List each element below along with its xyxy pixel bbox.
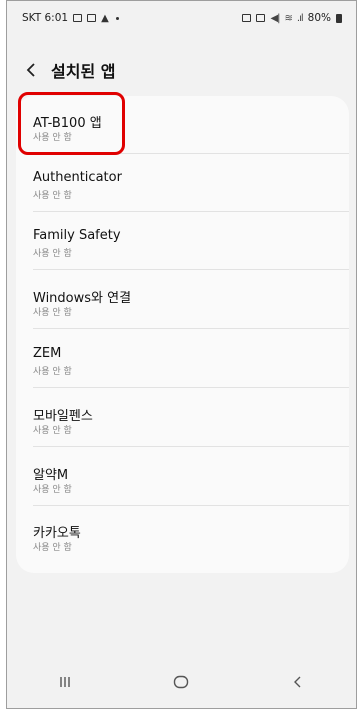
header: 설치된 앱: [7, 53, 356, 87]
calendar-icon: [87, 14, 97, 22]
recents-icon[interactable]: [35, 662, 95, 702]
battery-icon: [336, 13, 342, 23]
app-status: 사용 안 함: [33, 133, 72, 143]
app-name: 카카오톡: [33, 526, 81, 541]
list-item[interactable]: 카카오톡 사용 안 함: [16, 506, 349, 564]
app-name: Authenticator: [33, 170, 122, 185]
carrier-time: SKT 6:01: [22, 12, 69, 24]
gallery-icon: [73, 14, 83, 22]
back-arrow-icon[interactable]: [11, 53, 51, 87]
list-item[interactable]: 알약M 사용 안 함: [16, 448, 349, 506]
app-name: Family Safety: [33, 228, 121, 243]
app-status: 사용 안 함: [33, 249, 72, 259]
app-name: Windows와 연결: [33, 291, 132, 306]
status-bar: SKT 6:01 ▲ ◀| ≋ .ıl 80%: [7, 1, 356, 35]
divider: [33, 328, 349, 329]
signal-icon: .ıl: [296, 12, 304, 24]
list-item[interactable]: 모바일펜스 사용 안 함: [16, 389, 349, 447]
alert-icon: ▲: [101, 12, 109, 24]
app-name: ZEM: [33, 346, 62, 361]
app-status: 사용 안 함: [33, 485, 72, 495]
divider: [33, 446, 349, 447]
home-icon[interactable]: [151, 662, 211, 702]
list-item[interactable]: ZEM 사용 안 함: [16, 330, 349, 388]
lock-icon: [242, 14, 252, 22]
nav-back-icon[interactable]: [268, 662, 328, 702]
list-item[interactable]: AT-B100 앱 사용 안 함: [16, 96, 349, 154]
list-item[interactable]: Authenticator 사용 안 함: [16, 154, 349, 212]
divider: [33, 269, 349, 270]
app-status: 사용 안 함: [33, 543, 72, 553]
app-name: 알약M: [33, 468, 69, 483]
page-title: 설치된 앱: [51, 62, 116, 81]
alarm-icon: [256, 14, 266, 22]
battery-percent: 80%: [307, 12, 331, 24]
app-status: 사용 안 함: [33, 308, 72, 318]
wifi-icon: ≋: [284, 12, 293, 24]
divider: [33, 387, 349, 388]
app-status: 사용 안 함: [33, 191, 72, 201]
app-status: 사용 안 함: [33, 426, 72, 436]
more-notifications-icon: [115, 16, 119, 20]
list-item[interactable]: Windows와 연결 사용 안 함: [16, 271, 349, 329]
navigation-bar: [7, 656, 356, 708]
app-name: AT-B100 앱: [33, 116, 102, 131]
list-item[interactable]: Family Safety 사용 안 함: [16, 212, 349, 270]
phone-screen: SKT 6:01 ▲ ◀| ≋ .ıl 80% 설치된 앱 AT-B100 앱 …: [6, 0, 357, 709]
app-status: 사용 안 함: [33, 367, 72, 377]
app-name: 모바일펜스: [33, 409, 93, 424]
app-list: AT-B100 앱 사용 안 함 Authenticator 사용 안 함 Fa…: [16, 96, 349, 573]
mute-icon: ◀|: [270, 12, 280, 24]
